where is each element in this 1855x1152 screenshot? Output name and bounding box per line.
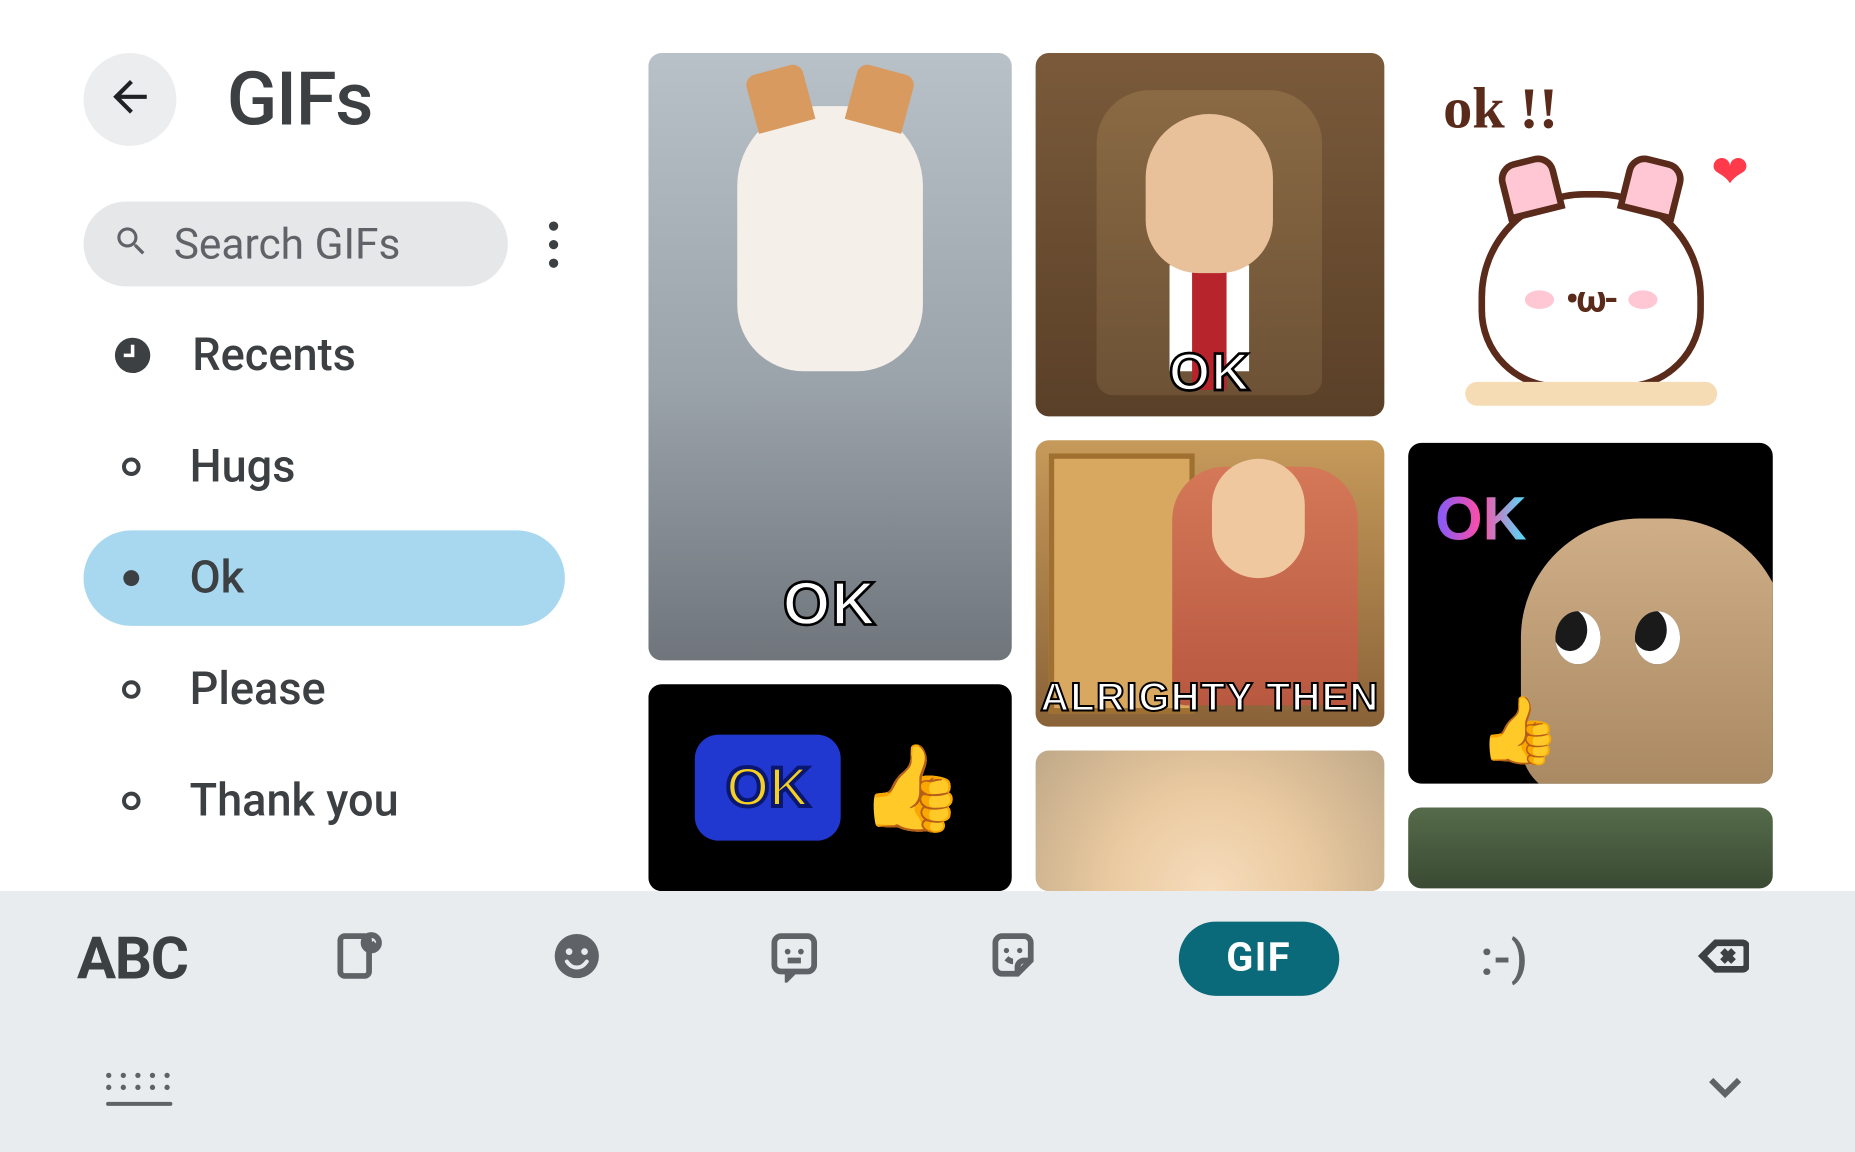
- bullet-open-icon: [122, 457, 141, 476]
- emoji-face-icon: [550, 929, 603, 987]
- emoji-tab[interactable]: [523, 916, 629, 1001]
- back-button[interactable]: [84, 53, 177, 146]
- bullet-filled-icon: [123, 570, 139, 586]
- gif-thumbnail[interactable]: OK 👍: [648, 684, 1011, 891]
- cat-illustration: •ω-: [1478, 191, 1703, 390]
- gif-category-list: Recents Hugs Ok Please Thank you: [84, 308, 565, 849]
- recent-media-tab[interactable]: [305, 916, 411, 1001]
- gif-thumbnail[interactable]: [1409, 808, 1773, 889]
- keyboard-footer-bar: [0, 1025, 1855, 1152]
- category-label: Recents: [192, 329, 356, 382]
- category-label: Please: [190, 663, 326, 716]
- arrow-left-icon: [105, 72, 155, 128]
- gif-caption: OK: [1435, 483, 1526, 555]
- clock-icon: [110, 333, 155, 378]
- gif-thumbnail[interactable]: OK: [1035, 53, 1385, 416]
- search-placeholder: Search GIFs: [174, 219, 401, 269]
- backspace-icon: [1696, 929, 1749, 987]
- category-recents[interactable]: Recents: [84, 308, 565, 403]
- category-label: Hugs: [190, 440, 296, 493]
- abc-keyboard-button[interactable]: ABC: [77, 924, 188, 993]
- overflow-menu-button[interactable]: [532, 207, 574, 281]
- category-thank-you[interactable]: Thank you: [84, 753, 565, 848]
- thumbs-up-icon: 👍: [859, 738, 965, 837]
- gif-tab-active[interactable]: GIF: [1179, 921, 1339, 995]
- gif-caption: ok !!: [1443, 74, 1558, 142]
- chevron-down-icon: [1701, 1090, 1749, 1115]
- page-title: GIFs: [227, 56, 372, 144]
- gif-thumbnail[interactable]: OK 👍: [1409, 443, 1773, 784]
- gif-caption: OK: [1035, 343, 1385, 403]
- gif-thumbnail[interactable]: ok !! ❤ •ω-: [1409, 53, 1773, 419]
- more-vert-icon: [548, 221, 557, 230]
- category-please[interactable]: Please: [84, 642, 565, 737]
- keyboard-icon: [106, 1072, 111, 1077]
- gif-thumbnail[interactable]: OK: [648, 53, 1011, 660]
- category-ok[interactable]: Ok: [84, 530, 565, 625]
- search-icon: [113, 223, 150, 265]
- gif-results-grid: OK OK 👍 OK ALRIGHTY THEN: [648, 53, 1772, 891]
- sticker-icon: [987, 929, 1040, 987]
- category-label: Thank you: [190, 774, 399, 827]
- recent-doc-icon: [332, 929, 385, 987]
- search-gifs-input[interactable]: Search GIFs: [84, 202, 508, 287]
- keyboard-switcher-button[interactable]: [106, 1072, 172, 1105]
- emoji-square-icon: [768, 929, 821, 987]
- gif-caption: OK: [695, 735, 841, 841]
- bullet-open-icon: [122, 792, 141, 811]
- thumbs-up-icon: 👍: [1478, 693, 1561, 770]
- heart-icon: ❤: [1711, 146, 1749, 199]
- gif-caption: ALRIGHTY THEN: [1035, 676, 1385, 721]
- sticker-tab[interactable]: [960, 916, 1066, 1001]
- gif-thumbnail[interactable]: [1035, 751, 1385, 892]
- emoji-kitchen-tab[interactable]: [742, 916, 848, 1001]
- category-label: Ok: [190, 552, 245, 605]
- cat-illustration: [737, 106, 923, 371]
- bullet-open-icon: [122, 680, 141, 699]
- backspace-button[interactable]: [1669, 916, 1775, 1001]
- emoticon-tab[interactable]: :-): [1451, 916, 1557, 1001]
- gif-caption: OK: [648, 568, 1011, 640]
- gif-thumbnail[interactable]: ALRIGHTY THEN: [1035, 440, 1385, 726]
- category-hugs[interactable]: Hugs: [84, 419, 565, 514]
- keyboard-media-bar: ABC GIF :-): [0, 891, 1855, 1025]
- collapse-keyboard-button[interactable]: [1701, 1062, 1749, 1115]
